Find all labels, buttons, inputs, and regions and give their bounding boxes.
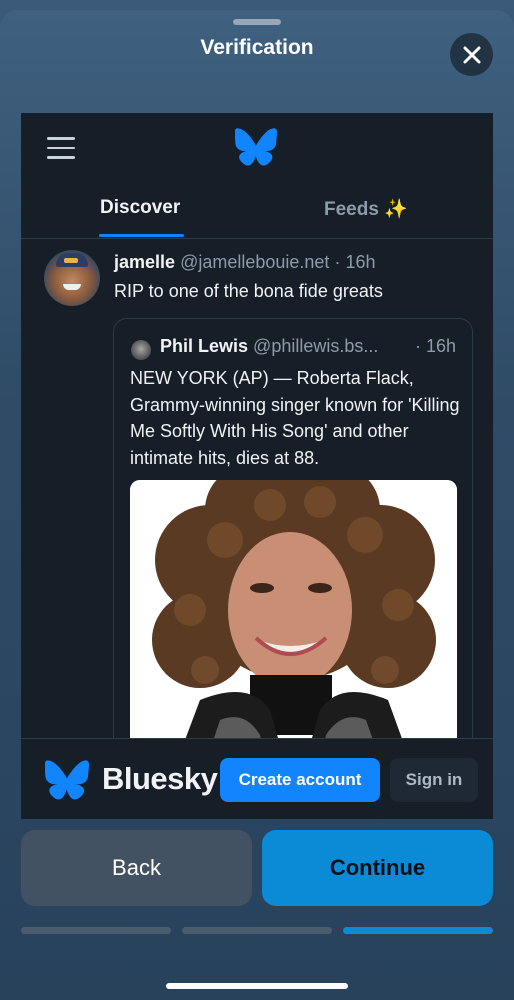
butterfly-logo-icon bbox=[45, 760, 89, 800]
close-icon bbox=[463, 46, 480, 63]
bluesky-header: Discover Feeds ✨ bbox=[21, 113, 493, 239]
divider bbox=[21, 238, 493, 239]
post-handle[interactable]: @jamellebouie.net bbox=[180, 252, 329, 272]
quote-avatar bbox=[131, 340, 151, 360]
tab-feeds[interactable]: Feeds ✨ bbox=[324, 197, 408, 221]
quote-text: NEW YORK (AP) — Roberta Flack, Grammy-wi… bbox=[130, 368, 460, 468]
bluesky-footer: Bluesky Create account Sign in bbox=[21, 738, 493, 819]
continue-button[interactable]: Continue bbox=[262, 830, 493, 906]
post-header: jamelle @jamellebouie.net · 16h bbox=[114, 252, 376, 273]
quoted-post[interactable]: Phil Lewis @phillewis.bs... · 16h NEW YO… bbox=[113, 318, 473, 778]
butterfly-logo-icon[interactable] bbox=[235, 128, 277, 166]
home-indicator[interactable] bbox=[166, 983, 348, 989]
back-button[interactable]: Back bbox=[21, 830, 252, 906]
post-time: 16h bbox=[345, 252, 376, 272]
sheet-grabber[interactable] bbox=[233, 19, 281, 25]
quote-time: 16h bbox=[425, 336, 456, 356]
sheet-title: Verification bbox=[200, 36, 314, 59]
avatar[interactable] bbox=[44, 250, 100, 306]
sign-in-button[interactable]: Sign in bbox=[390, 758, 478, 802]
post-text: RIP to one of the bona fide greats bbox=[114, 281, 383, 301]
quote-author: Phil Lewis bbox=[160, 336, 249, 356]
close-button[interactable] bbox=[450, 33, 493, 76]
active-tab-indicator bbox=[99, 234, 184, 237]
bluesky-webview[interactable]: Discover Feeds ✨ jamelle @jamellebouie.n… bbox=[21, 113, 493, 819]
create-account-button[interactable]: Create account bbox=[220, 758, 380, 802]
post-author[interactable]: jamelle bbox=[114, 252, 175, 272]
progress-step-3 bbox=[343, 927, 493, 934]
quote-header: Phil Lewis @phillewis.bs... bbox=[160, 336, 378, 357]
quote-handle: @phillewis.bs... bbox=[253, 336, 379, 356]
quote-image[interactable] bbox=[130, 480, 457, 777]
separator-dot: · bbox=[414, 336, 421, 356]
menu-icon[interactable] bbox=[47, 137, 75, 159]
quote-time-wrap: · 16h bbox=[415, 336, 456, 357]
tab-discover[interactable]: Discover bbox=[100, 197, 180, 219]
portrait-image bbox=[130, 480, 457, 777]
separator-dot: · bbox=[334, 252, 341, 272]
brand-wordmark: Bluesky bbox=[102, 761, 218, 796]
progress-step-2 bbox=[182, 927, 332, 934]
progress-step-1 bbox=[21, 927, 171, 934]
